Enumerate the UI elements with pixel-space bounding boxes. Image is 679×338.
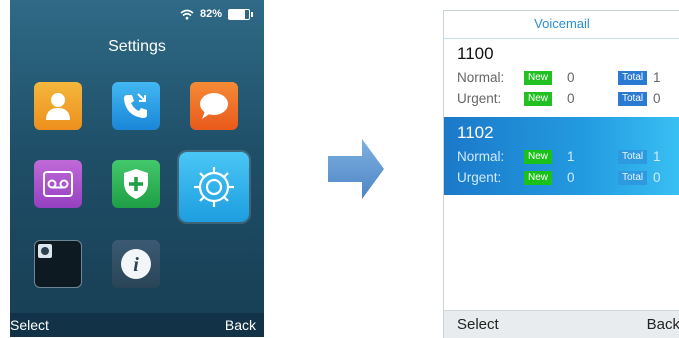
new-badge: New bbox=[524, 71, 553, 85]
row-label: Urgent: bbox=[457, 91, 502, 106]
voicemail-icon[interactable] bbox=[34, 160, 82, 208]
total-count: 1 bbox=[653, 70, 661, 85]
total-count: 1 bbox=[653, 149, 661, 164]
battery-percent: 82% bbox=[199, 8, 222, 20]
total-badge: Total bbox=[618, 71, 648, 85]
wifi-icon bbox=[180, 9, 194, 20]
total-badge: Total bbox=[618, 150, 648, 164]
right-arrow-icon bbox=[326, 136, 386, 207]
status-bar: 82% bbox=[180, 6, 253, 22]
new-badge: New bbox=[524, 150, 553, 164]
new-badge: New bbox=[524, 171, 553, 185]
new-count: 0 bbox=[567, 91, 575, 106]
shield-plus-icon[interactable] bbox=[112, 160, 160, 208]
new-badge: New bbox=[524, 92, 553, 106]
total-count: 0 bbox=[653, 91, 661, 106]
back-softkey[interactable]: Back bbox=[225, 317, 256, 333]
gear-icon[interactable] bbox=[179, 152, 249, 222]
total-badge: Total bbox=[618, 171, 648, 185]
info-icon[interactable]: i bbox=[112, 240, 160, 288]
settings-screen: 82% Settings i Select Back bbox=[10, 0, 264, 337]
chat-bubble-icon[interactable] bbox=[190, 82, 238, 130]
voicemail-account-item-selected[interactable]: 1102 Normal: New 1 Total 1 Urgent: New 0… bbox=[444, 117, 679, 195]
back-softkey[interactable]: Back bbox=[647, 316, 679, 333]
voicemail-screen: Voicemail 1100 Normal: New 0 Total 1 Urg… bbox=[443, 10, 679, 338]
row-label: Normal: bbox=[457, 70, 505, 85]
account-number: 1100 bbox=[457, 44, 494, 63]
battery-icon bbox=[228, 8, 253, 20]
page-title: Settings bbox=[108, 38, 166, 55]
battery-level-fill bbox=[229, 9, 246, 19]
page-title: Voicemail bbox=[444, 11, 679, 39]
new-count: 0 bbox=[567, 170, 575, 185]
total-badge: Total bbox=[618, 92, 648, 106]
row-label: Normal: bbox=[457, 149, 505, 164]
new-count: 0 bbox=[567, 70, 575, 85]
row-label: Urgent: bbox=[457, 170, 502, 185]
svg-text:i: i bbox=[133, 254, 139, 276]
softkey-bar: Select Back bbox=[444, 310, 679, 338]
new-count: 1 bbox=[567, 149, 575, 164]
account-number: 1102 bbox=[457, 123, 494, 142]
phone-call-icon[interactable] bbox=[112, 82, 160, 130]
total-count: 0 bbox=[653, 170, 661, 185]
camera-app-icon[interactable] bbox=[34, 240, 82, 288]
contacts-icon[interactable] bbox=[34, 82, 82, 130]
voicemail-account-item[interactable]: 1100 Normal: New 0 Total 1 Urgent: New 0… bbox=[444, 38, 679, 116]
softkey-bar: Select Back bbox=[10, 313, 264, 337]
select-softkey[interactable]: Select bbox=[457, 316, 499, 333]
select-softkey[interactable]: Select bbox=[10, 317, 49, 333]
